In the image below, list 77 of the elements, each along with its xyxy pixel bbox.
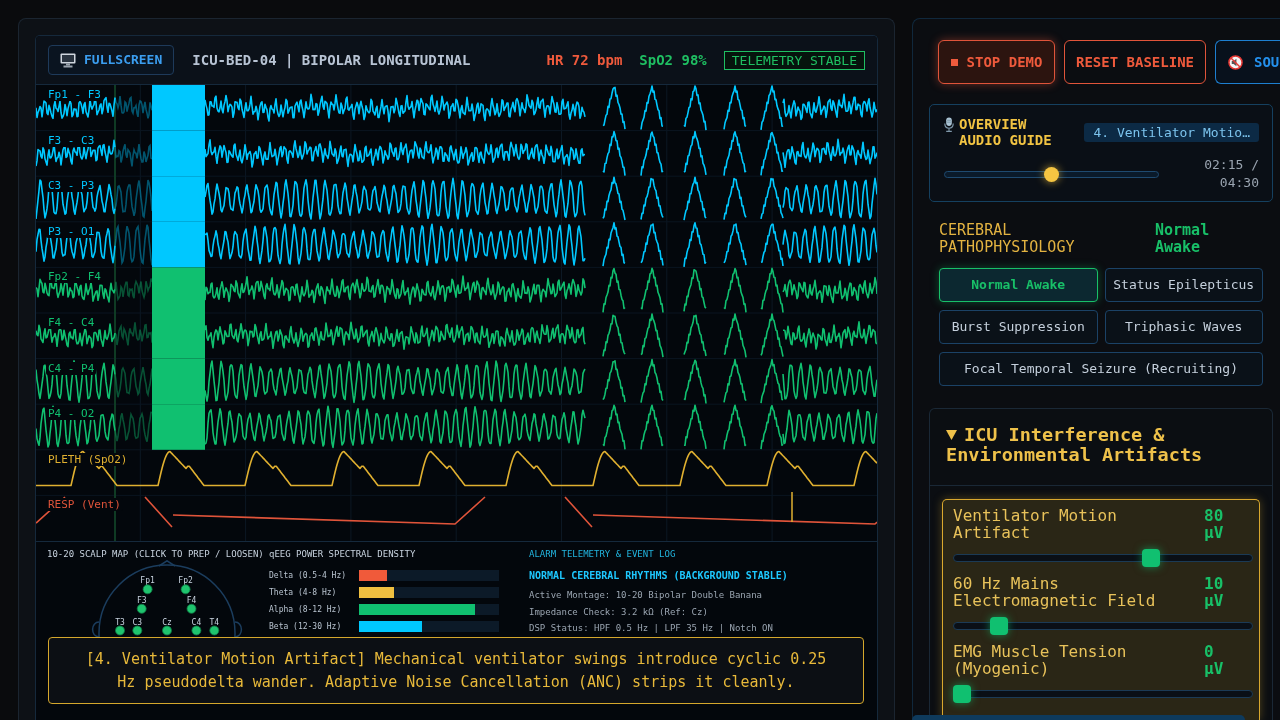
pathology-option[interactable]: Triphasic Waves — [1104, 310, 1263, 344]
electrode-button[interactable]: F3 — [136, 595, 147, 614]
slider-thumb[interactable] — [989, 617, 1008, 635]
heart-rate-reading: HR 72 bpm — [546, 50, 623, 70]
section-title: qEEG POWER SPECTRAL DENSITY — [269, 549, 417, 560]
spo2-reading: SpO2 98% — [639, 50, 707, 70]
slider-value: 80 µV — [1204, 507, 1225, 541]
scrollbar-thumb[interactable] — [912, 715, 1245, 720]
slider[interactable] — [953, 549, 1253, 567]
channel-label: C3 - P3 — [46, 179, 97, 193]
electrode-dot-icon — [180, 584, 191, 595]
audio-guide-title: OVERVIEW AUDIO GUIDE — [959, 116, 1053, 148]
slider-thumb[interactable] — [953, 685, 971, 703]
electrode-dot-icon — [209, 625, 220, 636]
band-label: Beta (12-30 Hz) — [269, 621, 343, 632]
event-log-line: DSP Status: HPF 0.5 Hz | LPF 35 Hz | Notch ON — [529, 622, 774, 636]
band-label: Alpha (8-12 Hz) — [269, 604, 343, 615]
event-log-line: Impedance Check: 3.2 kΩ (Ref: Cz) — [529, 605, 709, 619]
current-track-label: 4. Ventilator Motio… — [1084, 122, 1259, 142]
slider-thumb[interactable] — [1141, 549, 1160, 567]
monitor-title: ICU-BED-04 | BIPOLAR LONGITUDINAL — [192, 50, 471, 71]
electrode-button[interactable]: C3 — [132, 617, 143, 636]
artifact-caption: [4. Ventilator Motion Artifact] Mechanical ventilator swings introduce cyclic 0.25 Hz pseudodelta wander. Adaptive Noise Cancellation (ANC) strips it cleanly. — [48, 637, 864, 704]
electrode-button[interactable]: Fp1 — [140, 576, 155, 595]
slider-label: EMG Muscle Tension (Myogenic) — [953, 643, 1128, 677]
slider[interactable] — [953, 685, 1253, 703]
electrode-dot-icon — [136, 603, 147, 614]
section-title: 10-20 SCALP MAP (CLICK TO PREP / LOOSEN) — [47, 549, 265, 560]
channel-label: F3 - C3 — [46, 133, 97, 147]
audio-progress-thumb[interactable] — [1044, 166, 1059, 182]
electrode-button[interactable]: C4 — [191, 617, 202, 636]
slider-label: Ventilator Motion Artifact — [953, 507, 1118, 541]
section-title: CEREBRAL PATHOPHYSIOLOGY — [939, 222, 1076, 256]
electrode-dot-icon — [186, 603, 197, 614]
event-marker-line — [791, 491, 793, 523]
electrode-button[interactable]: T3 — [115, 617, 125, 636]
electrode-button[interactable]: Fp2 — [178, 576, 193, 595]
monitor-icon — [60, 52, 76, 68]
channel-label: F4 - C4 — [46, 315, 97, 329]
slider-value: 10 µV — [1204, 575, 1225, 609]
electrode-button[interactable]: Cz — [162, 617, 172, 636]
band-label: Theta (4-8 Hz) — [269, 587, 338, 598]
electrode-dot-icon — [142, 584, 153, 595]
pathology-option[interactable]: Focal Temporal Seizure (Recruiting) — [939, 352, 1263, 386]
event-log-line: Active Montage: 10-20 Bipolar Double Banana — [529, 589, 763, 602]
electrode-dot-icon — [191, 625, 202, 636]
electrode-button[interactable]: F4 — [186, 595, 197, 614]
pathology-option[interactable]: Burst Suppression — [939, 310, 1098, 344]
reset-button[interactable]: RESET BASELINE — [1064, 40, 1206, 84]
microphone-icon — [943, 117, 955, 132]
band-label: Delta (0.5-4 Hz) — [269, 570, 348, 581]
slider-value: 0 µV — [1204, 643, 1225, 677]
channel-label: P4 - O2 — [46, 407, 97, 421]
channel-label: Fp2 - F4 — [46, 270, 103, 284]
slider-label: 60 Hz Mains Electromagnetic Field — [953, 575, 1157, 609]
stop-button[interactable]: STOP DEMO — [938, 40, 1055, 84]
pathology-option[interactable]: Status Epilepticus — [1104, 268, 1263, 302]
current-state-label: Normal Awake — [1155, 222, 1211, 256]
slider[interactable] — [953, 617, 1253, 635]
fullscreen-button[interactable]: FULLSCREEN — [48, 45, 175, 75]
stop-icon — [950, 58, 958, 66]
telemetry-status: TELEMETRY STABLE — [723, 50, 865, 70]
electrode-button[interactable]: T4 — [209, 617, 220, 636]
channel-label: Fp1 - F3 — [46, 88, 103, 101]
section-title: ALARM TELEMETRY & EVENT LOG — [529, 549, 677, 560]
pathology-option[interactable]: Normal Awake — [939, 268, 1098, 302]
channel-label: P3 - O1 — [46, 224, 97, 238]
muted-speaker-icon — [1228, 54, 1243, 70]
sound-button[interactable]: SOU — [1215, 40, 1280, 84]
electrode-dot-icon — [132, 625, 143, 636]
event-headline: NORMAL CEREBRAL RHYTHMS (BACKGROUND STABLE) — [529, 570, 789, 582]
electrode-dot-icon — [115, 625, 125, 636]
audio-progress-slider[interactable] — [944, 166, 1159, 182]
accordion-header[interactable]: ICU Interference & Environmental Artifacts — [946, 425, 1256, 465]
electrode-dot-icon — [162, 625, 172, 636]
channel-label: C4 - P4 — [46, 361, 97, 375]
playback-time: 02:15 / 04:30 — [1203, 156, 1259, 192]
